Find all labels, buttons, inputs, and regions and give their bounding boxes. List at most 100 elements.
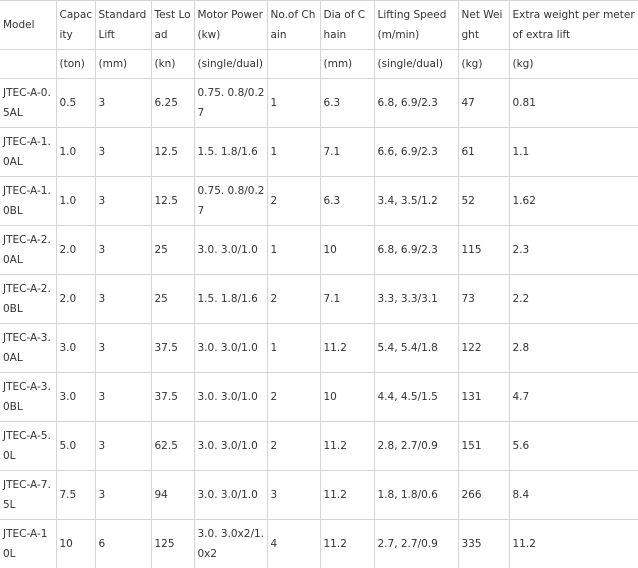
cell-motor-power: 3.0. 3.0/1.0	[194, 422, 267, 471]
table-row: JTEC-A-0.5AL0.536.250.75. 0.8/0.2716.36.…	[0, 79, 638, 128]
cell-dia-of-chain: 11.2	[320, 422, 374, 471]
cell-extra-weight: 1.1	[509, 128, 638, 177]
cell-extra-weight: 4.7	[509, 373, 638, 422]
cell-test-load: 62.5	[151, 422, 194, 471]
cell-extra-weight: 8.4	[509, 471, 638, 520]
cell-model: JTEC-A-1.0AL	[0, 128, 56, 177]
cell-model: JTEC-A-10L	[0, 520, 56, 568]
cell-lifting-speed: 6.8, 6.9/2.3	[374, 226, 458, 275]
col-header-net-weight: Net Weight	[458, 1, 509, 50]
cell-motor-power: 0.75. 0.8/0.27	[194, 79, 267, 128]
cell-standard-lift: 3	[95, 177, 151, 226]
unit-cell: (single/dual)	[374, 50, 458, 79]
cell-no-of-chain: 1	[267, 226, 320, 275]
cell-lifting-speed: 6.6, 6.9/2.3	[374, 128, 458, 177]
cell-standard-lift: 3	[95, 128, 151, 177]
cell-no-of-chain: 1	[267, 79, 320, 128]
cell-lifting-speed: 5.4, 5.4/1.8	[374, 324, 458, 373]
cell-dia-of-chain: 11.2	[320, 471, 374, 520]
cell-no-of-chain: 2	[267, 177, 320, 226]
cell-standard-lift: 3	[95, 226, 151, 275]
cell-lifting-speed: 6.8, 6.9/2.3	[374, 79, 458, 128]
col-header-lifting-speed: Lifting Speed(m/min)	[374, 1, 458, 50]
cell-capacity: 1.0	[56, 128, 95, 177]
cell-net-weight: 47	[458, 79, 509, 128]
cell-dia-of-chain: 7.1	[320, 275, 374, 324]
cell-dia-of-chain: 11.2	[320, 324, 374, 373]
cell-net-weight: 52	[458, 177, 509, 226]
cell-net-weight: 335	[458, 520, 509, 568]
cell-lifting-speed: 1.8, 1.8/0.6	[374, 471, 458, 520]
cell-standard-lift: 3	[95, 471, 151, 520]
cell-motor-power: 0.75. 0.8/0.27	[194, 177, 267, 226]
cell-no-of-chain: 2	[267, 422, 320, 471]
cell-model: JTEC-A-0.5AL	[0, 79, 56, 128]
cell-capacity: 7.5	[56, 471, 95, 520]
cell-dia-of-chain: 10	[320, 226, 374, 275]
cell-extra-weight: 2.3	[509, 226, 638, 275]
cell-model: JTEC-A-1.0BL	[0, 177, 56, 226]
cell-no-of-chain: 2	[267, 373, 320, 422]
table-row: JTEC-A-5.0L5.0362.53.0. 3.0/1.0211.22.8,…	[0, 422, 638, 471]
cell-lifting-speed: 4.4, 4.5/1.5	[374, 373, 458, 422]
cell-model: JTEC-A-3.0BL	[0, 373, 56, 422]
unit-cell: (mm)	[320, 50, 374, 79]
cell-standard-lift: 6	[95, 520, 151, 568]
unit-cell: (mm)	[95, 50, 151, 79]
cell-net-weight: 122	[458, 324, 509, 373]
units-row: (ton) (mm) (kn) (single/dual) (mm) (sing…	[0, 50, 638, 79]
cell-capacity: 3.0	[56, 324, 95, 373]
cell-test-load: 6.25	[151, 79, 194, 128]
col-header-capacity: Capacity	[56, 1, 95, 50]
header-row: Model Capacity Standard Lift Test Load M…	[0, 1, 638, 50]
cell-motor-power: 3.0. 3.0x2/1.0x2	[194, 520, 267, 568]
cell-test-load: 94	[151, 471, 194, 520]
cell-model: JTEC-A-2.0AL	[0, 226, 56, 275]
table-row: JTEC-A-2.0BL2.03251.5. 1.8/1.627.13.3, 3…	[0, 275, 638, 324]
cell-extra-weight: 2.8	[509, 324, 638, 373]
cell-standard-lift: 3	[95, 275, 151, 324]
col-header-standard-lift: Standard Lift	[95, 1, 151, 50]
cell-test-load: 125	[151, 520, 194, 568]
cell-capacity: 2.0	[56, 226, 95, 275]
cell-extra-weight: 2.2	[509, 275, 638, 324]
cell-dia-of-chain: 11.2	[320, 520, 374, 568]
cell-motor-power: 1.5. 1.8/1.6	[194, 128, 267, 177]
cell-motor-power: 3.0. 3.0/1.0	[194, 226, 267, 275]
cell-model: JTEC-A-3.0AL	[0, 324, 56, 373]
cell-capacity: 2.0	[56, 275, 95, 324]
table-row: JTEC-A-1.0AL1.0312.51.5. 1.8/1.617.16.6,…	[0, 128, 638, 177]
table-row: JTEC-A-1.0BL1.0312.50.75. 0.8/0.2726.33.…	[0, 177, 638, 226]
cell-motor-power: 3.0. 3.0/1.0	[194, 373, 267, 422]
cell-extra-weight: 11.2	[509, 520, 638, 568]
cell-capacity: 5.0	[56, 422, 95, 471]
table-row: JTEC-A-3.0BL3.0337.53.0. 3.0/1.02104.4, …	[0, 373, 638, 422]
cell-dia-of-chain: 6.3	[320, 79, 374, 128]
cell-model: JTEC-A-2.0BL	[0, 275, 56, 324]
cell-test-load: 25	[151, 226, 194, 275]
cell-no-of-chain: 1	[267, 324, 320, 373]
cell-lifting-speed: 3.4, 3.5/1.2	[374, 177, 458, 226]
cell-test-load: 25	[151, 275, 194, 324]
cell-lifting-speed: 3.3, 3.3/3.1	[374, 275, 458, 324]
cell-test-load: 12.5	[151, 128, 194, 177]
cell-motor-power: 3.0. 3.0/1.0	[194, 324, 267, 373]
cell-dia-of-chain: 6.3	[320, 177, 374, 226]
cell-test-load: 37.5	[151, 324, 194, 373]
table-row: JTEC-A-2.0AL2.03253.0. 3.0/1.01106.8, 6.…	[0, 226, 638, 275]
unit-cell	[267, 50, 320, 79]
col-header-model: Model	[0, 1, 56, 50]
cell-standard-lift: 3	[95, 373, 151, 422]
cell-capacity: 0.5	[56, 79, 95, 128]
cell-extra-weight: 5.6	[509, 422, 638, 471]
cell-standard-lift: 3	[95, 324, 151, 373]
cell-capacity: 1.0	[56, 177, 95, 226]
cell-standard-lift: 3	[95, 79, 151, 128]
cell-lifting-speed: 2.8, 2.7/0.9	[374, 422, 458, 471]
cell-extra-weight: 0.81	[509, 79, 638, 128]
col-header-dia-of-chain: Dia of Chain	[320, 1, 374, 50]
cell-net-weight: 151	[458, 422, 509, 471]
col-header-extra-weight: Extra weight per meter of extra lift	[509, 1, 638, 50]
cell-capacity: 10	[56, 520, 95, 568]
cell-no-of-chain: 1	[267, 128, 320, 177]
